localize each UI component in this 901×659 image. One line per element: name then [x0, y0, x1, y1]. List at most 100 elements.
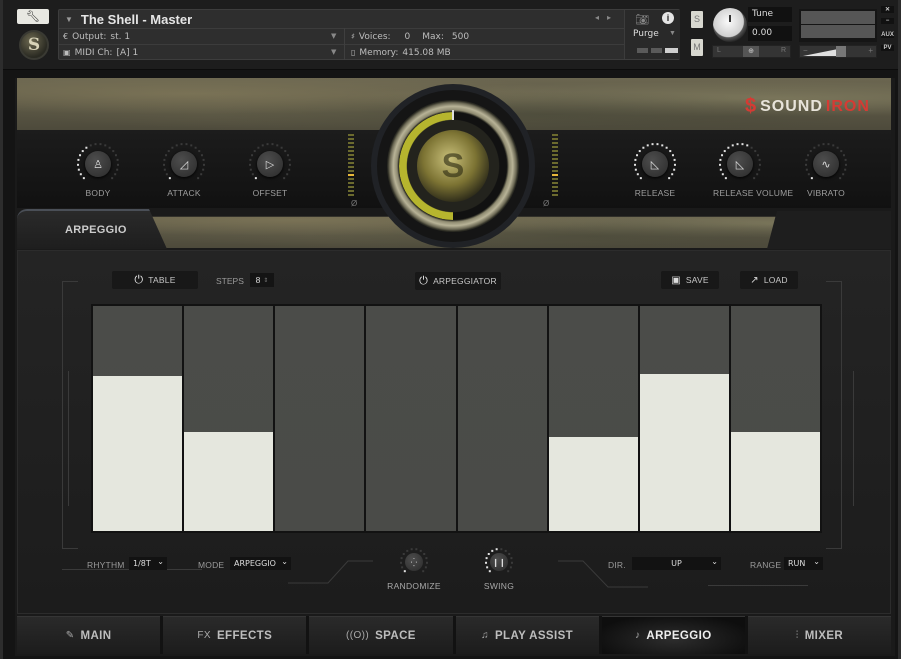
max-voices-value[interactable]: 500 — [452, 32, 469, 42]
rhythm-dropdown[interactable]: 1/8T ⌄ — [129, 557, 167, 570]
right-level-meter — [552, 134, 558, 198]
direction-dropdown[interactable]: UP ⌄ — [632, 557, 721, 570]
output-dropdown-arrow[interactable]: ▼ — [331, 32, 336, 40]
knob-tick — [163, 163, 166, 166]
release-volume-dial[interactable]: ◺ — [718, 142, 762, 186]
step-2[interactable] — [184, 306, 274, 531]
body-dial[interactable]: ♙ — [76, 142, 120, 186]
table-toggle-button[interactable]: ⏻ TABLE — [112, 271, 198, 289]
minimize-button[interactable]: − — [881, 18, 894, 24]
output-selector[interactable]: € Output: st. 1 — [63, 29, 130, 45]
knob-tick — [77, 163, 80, 166]
knob-tick — [108, 146, 111, 149]
attack-knob[interactable]: ◿ ATTACK — [157, 142, 211, 198]
body-knob[interactable]: ♙ BODY — [71, 142, 125, 198]
step-5[interactable] — [457, 306, 547, 531]
info-icon[interactable]: i — [662, 12, 674, 24]
mute-button[interactable]: M — [691, 39, 703, 56]
attack-dial[interactable]: ◿ — [162, 142, 206, 186]
pan-handle[interactable]: ⊕ — [743, 46, 759, 57]
step-6[interactable] — [548, 306, 638, 531]
randomize-knob[interactable]: ⁛ RANDOMIZE — [384, 547, 444, 591]
release-volume-knob[interactable]: ◺ RELEASE VOLUME — [713, 142, 793, 198]
step-3[interactable] — [275, 306, 365, 531]
meter-segment — [348, 166, 354, 168]
knob-tick — [844, 168, 847, 171]
pan-slider[interactable]: L ⊕ R — [712, 45, 791, 58]
offset-knob[interactable]: ▷ OFFSET — [243, 142, 297, 198]
knob-tick — [114, 154, 117, 157]
arpeggiator-toggle-button[interactable]: ⏻ ARPEGGIATOR — [415, 272, 501, 290]
camera-icon[interactable]: 📷︎ — [635, 13, 649, 26]
volume-handle[interactable] — [836, 46, 846, 57]
tune-value[interactable]: 0.00 — [748, 26, 792, 41]
solo-button[interactable]: S — [691, 11, 703, 28]
instrument-panel: $ SOUND IRON ARPEGGIO ♙ BODY ◿ ATTACK ▷ OFFSET… — [15, 78, 895, 656]
range-dropdown[interactable]: RUN ⌄ — [784, 557, 823, 570]
release-knob[interactable]: ◺ RELEASE — [628, 142, 682, 198]
vibrato-dial[interactable]: ∿ — [804, 142, 848, 186]
dropdown-triangle-icon: ▼ — [65, 14, 73, 24]
knob-tick — [251, 173, 254, 176]
step-7[interactable] — [639, 306, 729, 531]
swing-knob[interactable]: ❙❙ SWING — [469, 547, 529, 591]
load-button[interactable]: ↗ LOAD — [740, 271, 798, 289]
pv-button[interactable]: PV — [881, 45, 894, 51]
knob-tick — [840, 150, 843, 153]
meter-segment — [552, 186, 558, 188]
instrument-nav-arrows[interactable]: ◂▸ — [595, 13, 619, 22]
aux-button[interactable]: AUX — [881, 32, 894, 38]
knob-tick — [750, 146, 753, 149]
steps-stepper[interactable]: 8 ⇕ — [250, 273, 274, 287]
knob-tick — [485, 557, 488, 560]
knob-tick — [813, 146, 816, 149]
master-ring-dial[interactable]: S — [377, 90, 529, 242]
volume-slider[interactable]: − + — [799, 45, 877, 58]
close-button[interactable]: ✕ — [881, 6, 894, 13]
attack-label: ATTACK — [167, 188, 201, 198]
step-1[interactable] — [93, 306, 183, 531]
purge-dropdown-arrow[interactable]: ▼ — [669, 30, 676, 37]
offset-dial[interactable]: ▷ — [248, 142, 292, 186]
plugin-window: 🔧︎ S ▼ The Shell - Master ◂▸ € Output: s… — [0, 0, 901, 659]
tune-knob[interactable] — [713, 8, 747, 42]
knob-tick — [723, 150, 726, 153]
instrument-options-button[interactable]: 🔧︎ — [17, 9, 49, 24]
save-button[interactable]: ▣ SAVE — [661, 271, 719, 289]
step-8[interactable] — [730, 306, 820, 531]
step-table[interactable] — [91, 304, 822, 533]
tab-effects[interactable]: FX EFFECTS — [163, 616, 307, 654]
vibrato-knob[interactable]: ∿ VIBRATO — [799, 142, 853, 198]
frame-left-accent — [68, 371, 69, 506]
purge-button[interactable]: Purge — [633, 29, 659, 39]
randomize-dial[interactable]: ⁛ — [399, 547, 429, 577]
step-4[interactable] — [366, 306, 456, 531]
midi-icon: ▣ — [63, 48, 71, 57]
knob-tick — [495, 548, 498, 551]
chevron-down-icon: ⌄ — [813, 557, 820, 566]
power-icon: ⏻ — [419, 274, 429, 287]
knob-tick — [401, 566, 404, 569]
knob-tick — [163, 158, 166, 161]
knob-tick — [486, 566, 489, 569]
offset-play-icon: ▷ — [257, 151, 283, 177]
tab-main[interactable]: ✎ MAIN — [17, 616, 161, 654]
instrument-title[interactable]: ▼ The Shell - Master — [65, 11, 192, 27]
knob-tick — [171, 146, 174, 149]
swing-dial[interactable]: ❙❙ — [484, 547, 514, 577]
release-dial[interactable]: ◺ — [633, 142, 677, 186]
knob-tick — [200, 154, 203, 157]
knob-tick — [642, 146, 645, 149]
tab-space[interactable]: ((O)) SPACE — [309, 616, 453, 654]
knob-tick — [425, 561, 428, 564]
midi-dropdown-arrow[interactable]: ▼ — [331, 48, 336, 56]
mode-dropdown[interactable]: ARPEGGIO ⌄ — [230, 557, 291, 570]
meter-segment — [348, 138, 354, 140]
tab-mixer[interactable]: ⫶ MIXER — [747, 616, 892, 654]
knob-tick — [81, 150, 84, 153]
midi-channel-selector[interactable]: ▣ MIDI Ch: [A] 1 — [63, 45, 138, 61]
knob-tick — [508, 552, 511, 555]
tab-play-assist[interactable]: ♫ PLAY ASSIST — [455, 616, 599, 654]
direction-value: UP — [671, 559, 682, 568]
tab-arpeggio[interactable]: ♪ ARPEGGIO — [601, 616, 745, 654]
